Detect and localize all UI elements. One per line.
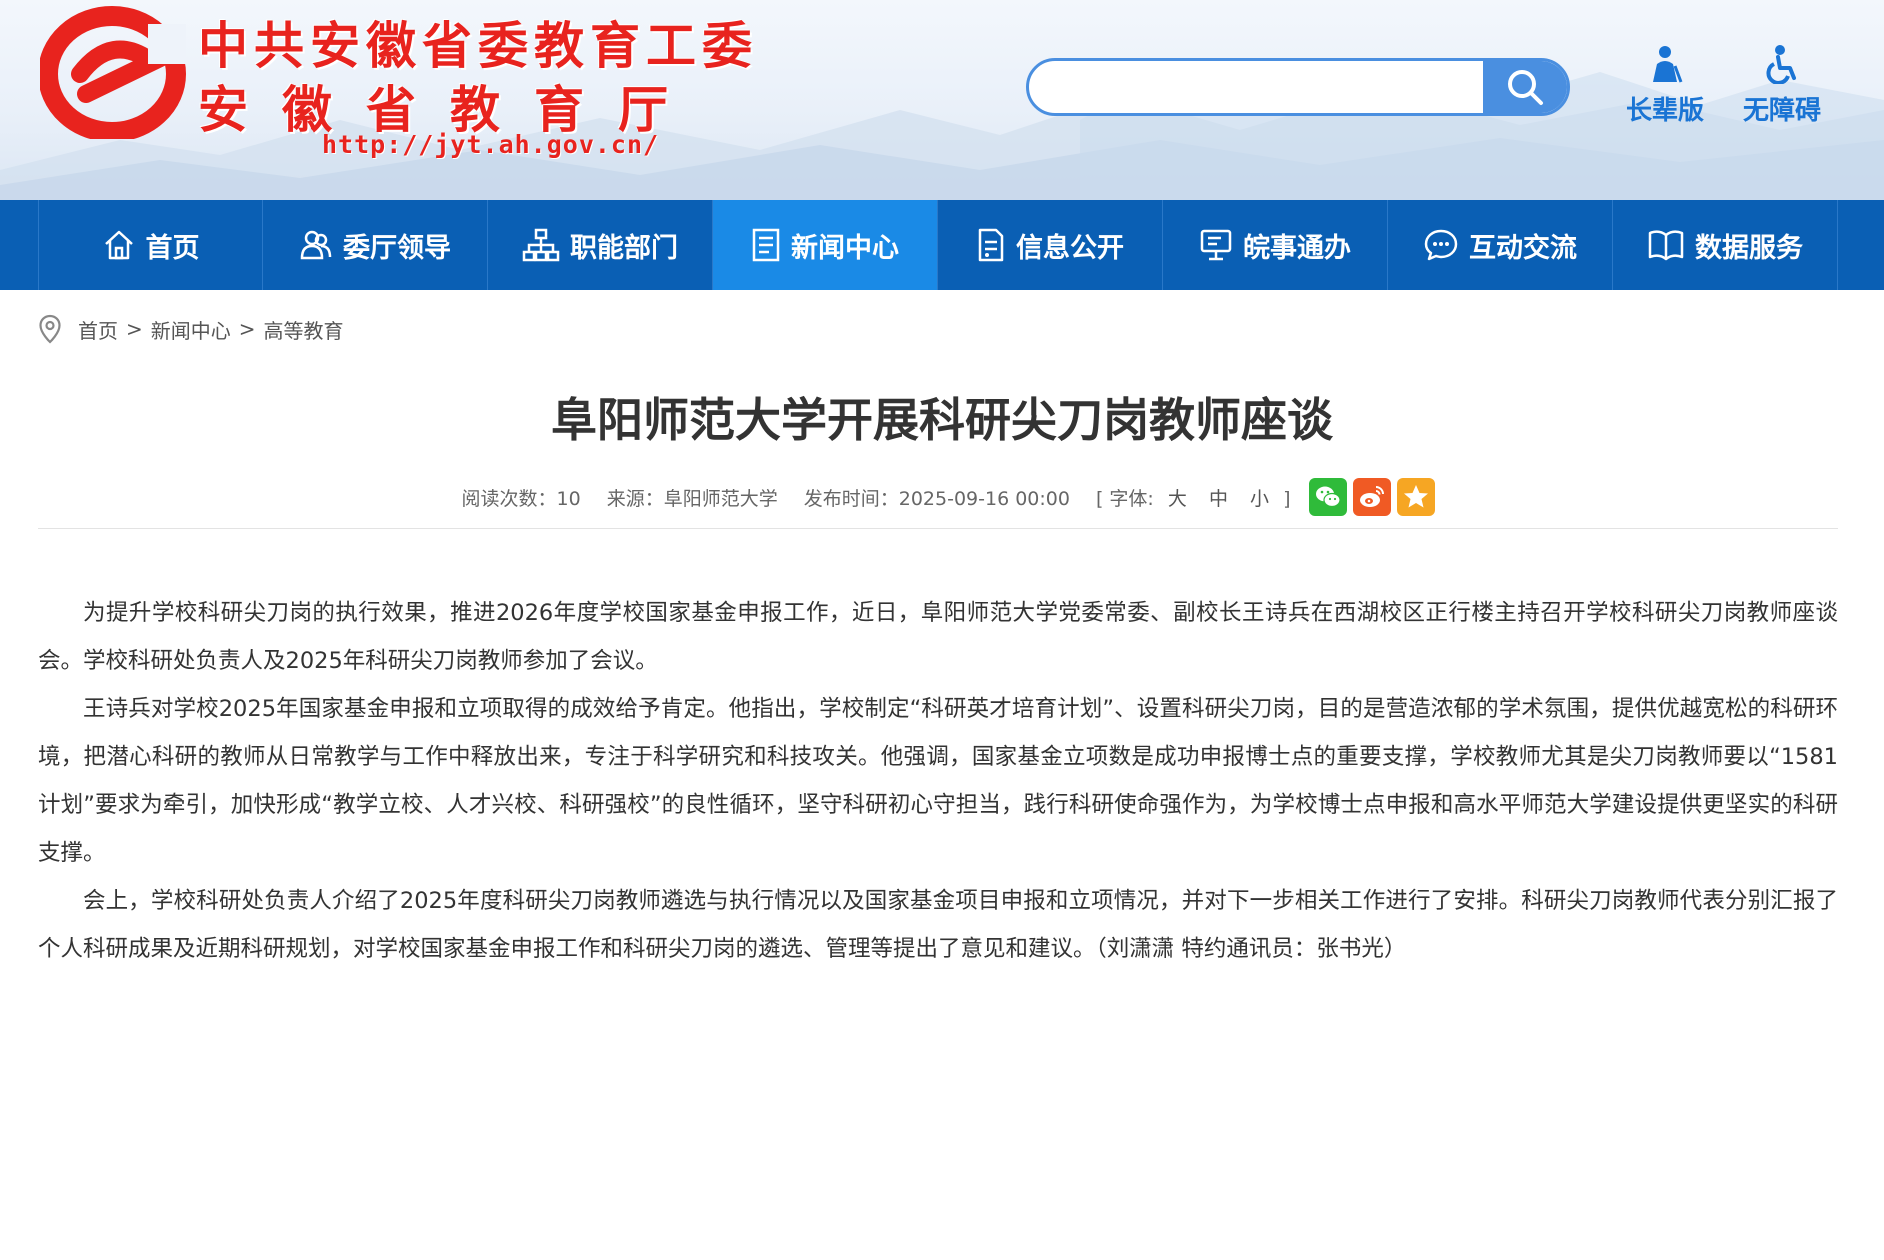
monitor-icon — [1200, 229, 1232, 261]
nav-item-home[interactable]: 首页 — [38, 200, 263, 290]
breadcrumb-separator: > — [238, 317, 256, 341]
elder-mode-button[interactable]: 长辈版 — [1610, 44, 1720, 127]
source: 来源：阜阳师范大学 — [607, 484, 778, 511]
nav-item-label: 首页 — [145, 232, 200, 264]
nav-item-data-service[interactable]: 数据服务 — [1613, 200, 1838, 290]
article-meta: 阅读次数：10 来源：阜阳师范大学 发布时间：2025-09-16 00:00 … — [0, 478, 1884, 516]
nav-item-label: 互动交流 — [1469, 232, 1577, 264]
font-size-open: [ 字体: — [1095, 487, 1154, 510]
document-icon — [978, 228, 1004, 262]
font-size-small[interactable]: 小 — [1250, 488, 1269, 510]
location-pin-icon — [39, 314, 61, 344]
nav-item-interaction[interactable]: 互动交流 — [1388, 200, 1613, 290]
wheelchair-icon — [1766, 45, 1796, 85]
search-icon — [1508, 70, 1543, 105]
breadcrumb-higher-education[interactable]: 高等教育 — [264, 315, 344, 344]
nav-item-label: 职能部门 — [570, 232, 678, 264]
site-url[interactable]: http://jyt.ah.gov.cn/ — [322, 130, 659, 159]
share-wechat-button[interactable] — [1309, 478, 1348, 516]
search-box — [1026, 58, 1570, 116]
nav-item-news[interactable]: 新闻中心 — [713, 200, 938, 290]
nav-item-info-disclosure[interactable]: 信息公开 — [938, 200, 1163, 290]
share-favorite-button[interactable] — [1397, 478, 1436, 516]
source-label: 来源： — [606, 487, 664, 510]
nav-item-label: 数据服务 — [1695, 232, 1803, 264]
article-paragraph: 为提升学校科研尖刀岗的执行效果，推进2026年度学校国家基金申报工作，近日，阜阳… — [38, 600, 1838, 674]
main-nav: 首页 委厅领导 职能部门 新闻中心 信息公开 皖事通办 互动交流 数据服务 — [0, 200, 1884, 290]
nav-item-services[interactable]: 皖事通办 — [1163, 200, 1388, 290]
chat-icon — [1424, 229, 1458, 261]
org-chart-icon — [522, 228, 560, 262]
home-icon — [104, 230, 133, 260]
font-size-large[interactable]: 大 — [1168, 488, 1187, 510]
article-paragraph: 王诗兵对学校2025年国家基金申报和立项取得的成效给予肯定。他指出，学校制定“科… — [38, 696, 1838, 866]
nav-item-departments[interactable]: 职能部门 — [488, 200, 713, 290]
breadcrumb: 首页 > 新闻中心 > 高等教育 — [38, 314, 344, 344]
font-size-close: ] — [1283, 487, 1291, 510]
nav-item-label: 委厅领导 — [343, 232, 451, 264]
weibo-icon — [1360, 486, 1385, 507]
view-count-value: 10 — [556, 487, 581, 510]
leaders-icon — [300, 230, 332, 260]
meta-divider — [38, 528, 1838, 529]
nav-item-leaders[interactable]: 委厅领导 — [263, 200, 488, 290]
e-government-logo — [40, 6, 186, 139]
view-count: 阅读次数：10 — [462, 484, 581, 511]
elder-mode-label: 长辈版 — [1625, 96, 1704, 126]
article-body: 为提升学校科研尖刀岗的执行效果，推进2026年度学校国家基金申报工作，近日，阜阳… — [38, 589, 1838, 973]
publish-time: 发布时间：2025-09-16 00:00 — [804, 484, 1070, 511]
site-header: 中共安徽省委教育工委 安徽省教育厅 http://jyt.ah.gov.cn/ … — [0, 0, 1884, 200]
publish-time-value: 2025-09-16 00:00 — [898, 487, 1070, 510]
news-icon — [752, 228, 780, 262]
font-size-switcher: [ 字体: 大 中 小 ] — [1096, 484, 1291, 511]
breadcrumb-home[interactable]: 首页 — [78, 315, 118, 344]
site-name-line1: 中共安徽省委教育工委 — [198, 17, 758, 75]
accessibility-label: 无障碍 — [1742, 96, 1821, 126]
accessibility-button[interactable]: 无障碍 — [1727, 44, 1837, 127]
source-value: 阜阳师范大学 — [663, 487, 778, 510]
breadcrumb-news[interactable]: 新闻中心 — [151, 315, 231, 344]
article-title: 阜阳师范大学开展科研尖刀岗教师座谈 — [551, 393, 1333, 447]
share-weibo-button[interactable] — [1353, 478, 1392, 516]
nav-item-label: 信息公开 — [1016, 232, 1124, 264]
font-size-medium[interactable]: 中 — [1209, 488, 1228, 510]
view-count-label: 阅读次数： — [461, 487, 557, 510]
search-button[interactable] — [1483, 61, 1567, 113]
elder-person-icon — [1653, 46, 1683, 83]
book-icon — [1648, 230, 1684, 261]
publish-time-label: 发布时间： — [803, 487, 899, 510]
nav-item-label: 皖事通办 — [1243, 232, 1351, 264]
nav-item-label: 新闻中心 — [791, 232, 899, 264]
search-input[interactable] — [1049, 61, 1493, 113]
favorite-star-icon — [1404, 485, 1429, 508]
breadcrumb-separator: > — [126, 317, 143, 341]
wechat-icon — [1316, 486, 1342, 508]
article-paragraph: 会上，学校科研处负责人介绍了2025年度科研尖刀岗教师遴选与执行情况以及国家基金… — [38, 888, 1838, 962]
